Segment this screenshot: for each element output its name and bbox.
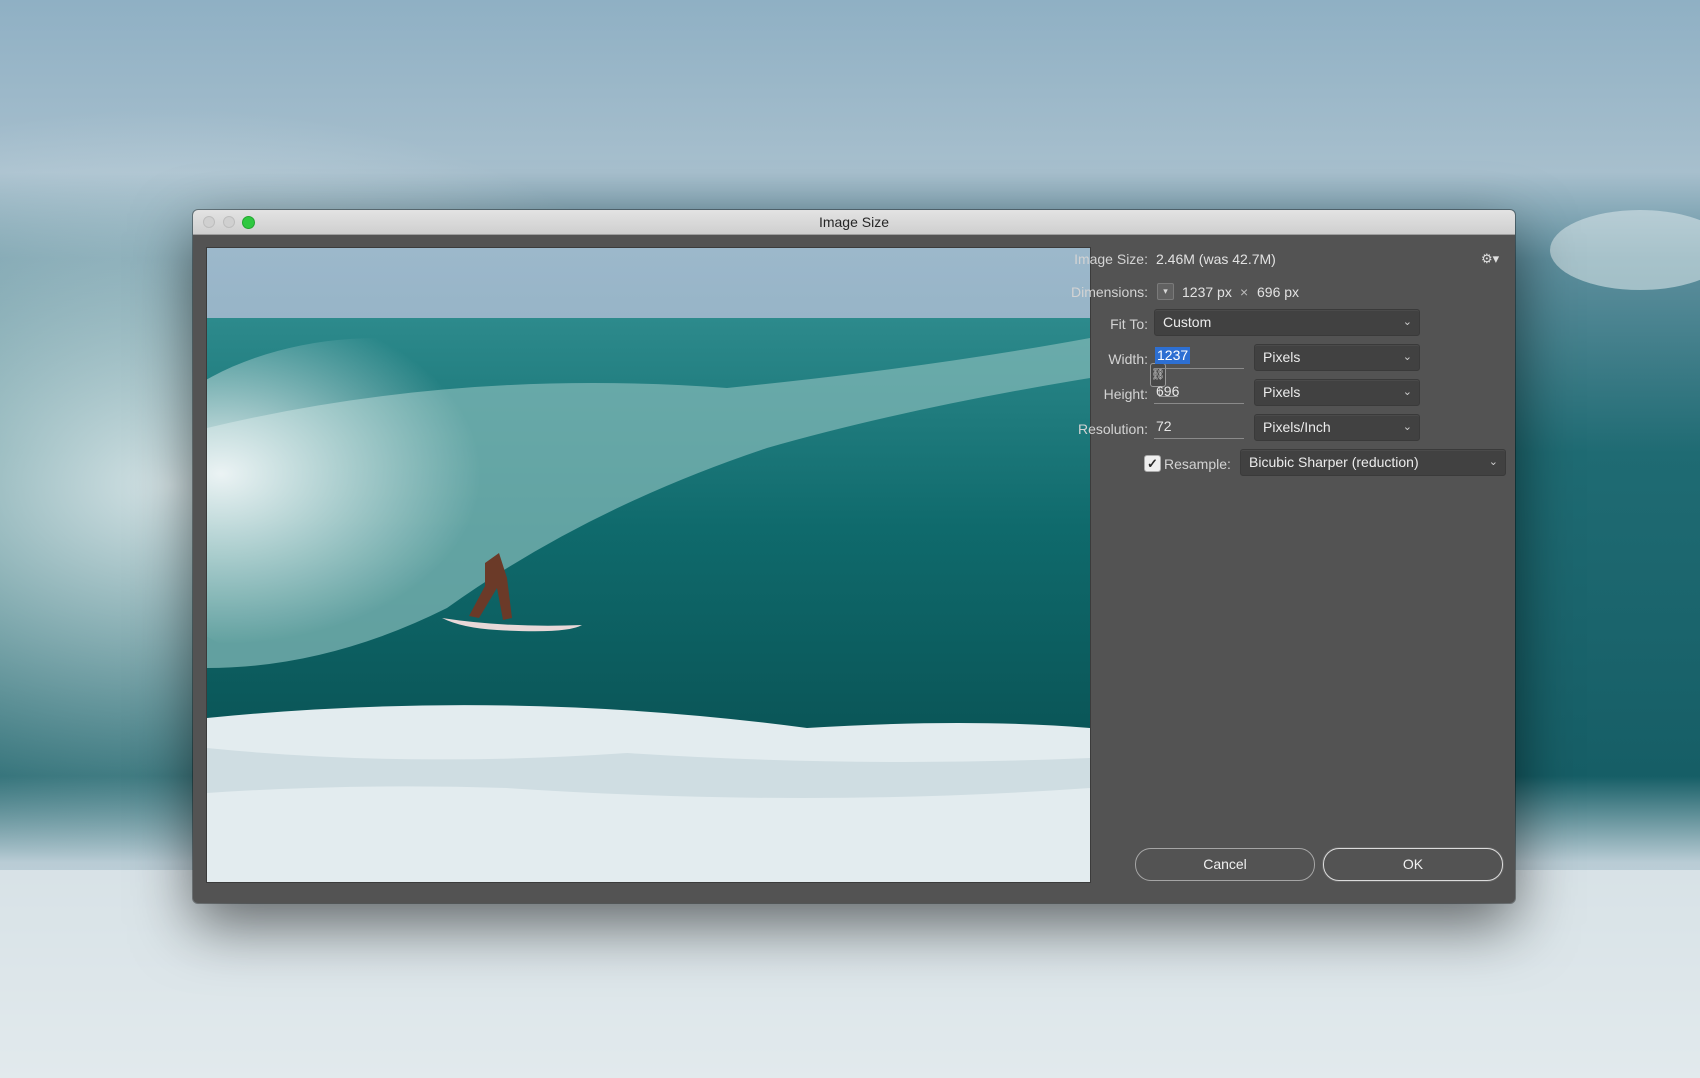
dimensions-unit-menu[interactable]: ▾: [1157, 283, 1174, 300]
width-unit-select[interactable]: Pixels ⌄: [1254, 344, 1420, 371]
resample-method-select[interactable]: Bicubic Sharper (reduction) ⌄: [1240, 449, 1506, 476]
surfer-wave-preview-image: [207, 248, 1090, 882]
dimensions-label: Dimensions:: [1070, 284, 1148, 300]
resolution-field[interactable]: [1154, 414, 1248, 439]
resolution-input[interactable]: [1154, 416, 1248, 436]
image-size-label: Image Size:: [1074, 251, 1148, 267]
resolution-unit-select[interactable]: Pixels/Inch ⌄: [1254, 414, 1420, 441]
width-unit-value: Pixels: [1263, 349, 1301, 365]
resolution-label: Resolution:: [1077, 421, 1148, 437]
chevron-down-icon: ⌄: [1402, 386, 1412, 398]
chevron-down-icon: ▾: [1163, 286, 1168, 296]
dimensions-separator: ×: [1240, 284, 1249, 300]
gear-icon[interactable]: ⚙▾: [1481, 251, 1499, 267]
resample-checkbox[interactable]: ✓: [1144, 455, 1161, 472]
chevron-down-icon: ⌄: [1402, 351, 1412, 363]
cancel-button[interactable]: Cancel: [1135, 848, 1315, 881]
width-value[interactable]: 1237: [1155, 347, 1191, 364]
fit-to-value: Custom: [1163, 314, 1212, 330]
fit-to-select[interactable]: Custom ⌄: [1154, 309, 1420, 336]
chevron-down-icon: ⌄: [1488, 456, 1498, 468]
height-unit-value: Pixels: [1263, 384, 1301, 400]
dimensions-height: 696 px: [1257, 284, 1300, 300]
height-field[interactable]: [1154, 379, 1248, 404]
resample-label: Resample:: [1164, 456, 1231, 472]
image-size-value: 2.46M (was 42.7M): [1156, 251, 1276, 267]
image-size-dialog: Image Size Image Size: 2.46M (was 42.7M)…: [193, 210, 1515, 903]
title-bar[interactable]: Image Size: [193, 210, 1515, 235]
width-field[interactable]: 1237: [1154, 344, 1244, 369]
image-preview[interactable]: [206, 247, 1091, 883]
dimensions-width: 1237 px: [1182, 284, 1232, 300]
fit-to-label: Fit To:: [1110, 316, 1148, 332]
height-input[interactable]: [1154, 381, 1248, 401]
chevron-down-icon: ⌄: [1402, 421, 1412, 433]
ok-button[interactable]: OK: [1323, 848, 1503, 881]
width-label: Width:: [1108, 351, 1148, 367]
height-unit-select[interactable]: Pixels ⌄: [1254, 379, 1420, 406]
resample-method-value: Bicubic Sharper (reduction): [1249, 454, 1419, 470]
chevron-down-icon: ⌄: [1402, 316, 1412, 328]
window-title: Image Size: [818, 214, 890, 230]
height-label: Height:: [1103, 386, 1148, 402]
resolution-unit-value: Pixels/Inch: [1263, 419, 1331, 435]
checkmark-icon: ✓: [1147, 456, 1158, 471]
